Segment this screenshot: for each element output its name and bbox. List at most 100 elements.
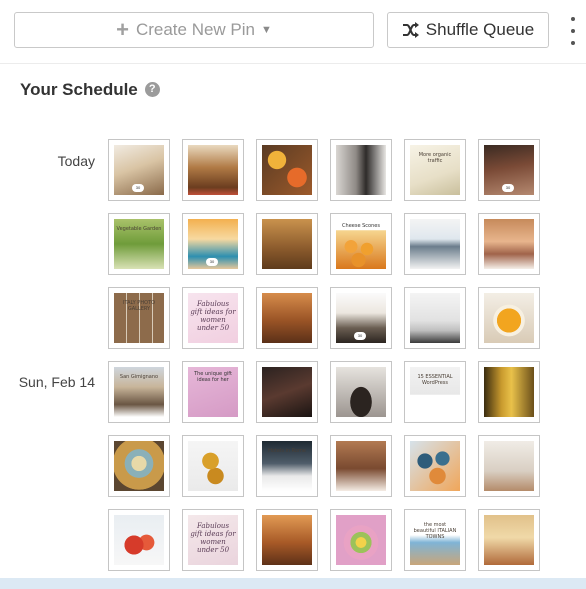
scheduled-pin[interactable]: San Gimignano xyxy=(108,361,170,423)
schedule-heading: Your Schedule ? xyxy=(20,80,160,100)
scheduled-pin[interactable] xyxy=(478,213,540,275)
pin-thumbnail: 30 xyxy=(336,293,386,343)
scheduled-pin[interactable]: Fabulous gift ideas for women under 50 xyxy=(182,509,244,571)
pin-overlay-text: More organic traffic xyxy=(418,152,452,164)
pin-overlay-text: The unique gift ideas for her xyxy=(194,371,232,383)
scheduled-pin[interactable] xyxy=(330,361,392,423)
pin-overlay-text: the most beautiful ITALIAN TOWNS xyxy=(413,522,457,540)
pin-thumbnail xyxy=(262,219,312,269)
scheduled-pin[interactable] xyxy=(404,213,466,275)
scheduled-pin[interactable]: The unique gift ideas for her xyxy=(182,361,244,423)
pin-thumbnail: More organic traffic xyxy=(410,145,460,195)
pin-badge: 30 xyxy=(132,184,144,192)
create-new-pin-label: Create New Pin xyxy=(135,20,256,39)
pin-thumbnail xyxy=(484,219,534,269)
pin-thumbnail: San Gimignano xyxy=(114,367,164,417)
pin-thumbnail xyxy=(410,441,460,491)
scheduled-pin[interactable] xyxy=(108,509,170,571)
schedule-title: Your Schedule xyxy=(20,80,138,99)
pin-thumbnail xyxy=(410,293,460,343)
pin-thumbnail xyxy=(114,515,164,565)
scheduled-pin[interactable] xyxy=(256,361,318,423)
pin-thumbnail: 30 xyxy=(114,145,164,195)
scheduled-pin[interactable] xyxy=(404,287,466,349)
scheduled-pin[interactable]: Hotels in Rome xyxy=(256,435,318,497)
scheduled-pin[interactable] xyxy=(478,361,540,423)
scheduled-pin[interactable] xyxy=(182,139,244,201)
pin-thumbnail xyxy=(484,441,534,491)
scheduled-pin[interactable]: the most beautiful ITALIAN TOWNS xyxy=(404,509,466,571)
pin-overlay-text: ITALY PHOTO GALLERY xyxy=(122,300,156,312)
pin-overlay-text: 15 ESSENTIAL WordPress xyxy=(417,374,453,386)
scheduled-pin[interactable]: ITALY PHOTO GALLERY xyxy=(108,287,170,349)
pin-thumbnail xyxy=(262,293,312,343)
scheduled-pin[interactable] xyxy=(478,509,540,571)
pin-badge: 30 xyxy=(354,332,366,340)
pin-thumbnail xyxy=(336,441,386,491)
more-options-icon[interactable] xyxy=(566,17,580,45)
pin-overlay-text: Vegetable Garden xyxy=(116,226,162,232)
scheduled-pin[interactable] xyxy=(330,139,392,201)
pin-thumbnail xyxy=(262,145,312,195)
scheduled-pin[interactable] xyxy=(256,139,318,201)
pin-badge: 30 xyxy=(206,258,218,266)
scheduled-pin[interactable] xyxy=(182,435,244,497)
pin-thumbnail: Cheese Scones xyxy=(336,219,386,269)
scheduled-pin[interactable]: More organic traffic xyxy=(404,139,466,201)
pin-thumbnail: The unique gift ideas for her xyxy=(188,367,238,417)
pin-thumbnail: 30 xyxy=(188,219,238,269)
scheduled-pin[interactable]: 30 xyxy=(108,139,170,201)
scheduled-pin[interactable]: 30 xyxy=(182,213,244,275)
pin-thumbnail xyxy=(336,367,386,417)
pin-thumbnail xyxy=(262,515,312,565)
pin-thumbnail xyxy=(336,515,386,565)
shuffle-queue-label: Shuffle Queue xyxy=(425,20,535,39)
pin-badge: 30 xyxy=(502,184,514,192)
pin-overlay-text: Cheese Scones xyxy=(342,223,380,229)
pin-thumbnail: Hotels in Rome xyxy=(262,441,312,491)
pin-thumbnail xyxy=(484,293,534,343)
footer-bar xyxy=(0,578,586,589)
pin-thumbnail xyxy=(188,145,238,195)
create-new-pin-button[interactable]: + Create New Pin ▼ xyxy=(14,12,374,48)
pin-thumbnail: Vegetable Garden xyxy=(114,219,164,269)
scheduled-pin[interactable]: Fabulous gift ideas for women under 50 xyxy=(182,287,244,349)
pin-thumbnail: the most beautiful ITALIAN TOWNS xyxy=(410,515,460,565)
pin-thumbnail: 30 xyxy=(484,145,534,195)
pin-thumbnail xyxy=(410,219,460,269)
scheduled-pin[interactable]: 30 xyxy=(330,287,392,349)
scheduled-pin[interactable] xyxy=(330,435,392,497)
pin-thumbnail xyxy=(188,441,238,491)
scheduled-pin[interactable] xyxy=(108,435,170,497)
scheduled-pin[interactable] xyxy=(404,435,466,497)
day-label-feb-14: Sun, Feb 14 xyxy=(18,374,95,390)
scheduled-pin[interactable] xyxy=(256,213,318,275)
scheduled-pin[interactable]: 30 xyxy=(478,139,540,201)
scheduled-pin[interactable] xyxy=(256,287,318,349)
pin-thumbnail xyxy=(484,367,534,417)
pin-thumbnail: Fabulous gift ideas for women under 50 xyxy=(188,515,238,565)
plus-icon: + xyxy=(116,17,129,42)
scheduled-pin[interactable] xyxy=(330,509,392,571)
scheduled-pin[interactable] xyxy=(256,509,318,571)
pin-thumbnail: Fabulous gift ideas for women under 50 xyxy=(188,293,238,343)
scheduled-pin[interactable]: Cheese Scones xyxy=(330,213,392,275)
toolbar: + Create New Pin ▼ Shuffle Queue xyxy=(0,0,586,64)
pin-overlay-text: Hotels in Rome xyxy=(268,448,306,454)
pin-thumbnail xyxy=(484,515,534,565)
caret-down-icon: ▼ xyxy=(261,24,272,36)
pin-overlay-text: San Gimignano xyxy=(119,374,159,380)
shuffle-queue-button[interactable]: Shuffle Queue xyxy=(387,12,549,48)
scheduled-pin[interactable]: 15 ESSENTIAL WordPress xyxy=(404,361,466,423)
pin-thumbnail: ITALY PHOTO GALLERY xyxy=(114,293,164,343)
pin-thumbnail xyxy=(114,441,164,491)
scheduled-pin[interactable] xyxy=(478,287,540,349)
pin-thumbnail xyxy=(262,367,312,417)
scheduled-pin[interactable]: Vegetable Garden xyxy=(108,213,170,275)
scheduled-pin[interactable] xyxy=(478,435,540,497)
help-icon[interactable]: ? xyxy=(144,81,160,97)
pin-thumbnail xyxy=(336,145,386,195)
pin-overlay-text: Fabulous gift ideas for women under 50 xyxy=(190,522,236,554)
shuffle-icon xyxy=(402,22,419,38)
pin-thumbnail: 15 ESSENTIAL WordPress xyxy=(410,367,460,417)
